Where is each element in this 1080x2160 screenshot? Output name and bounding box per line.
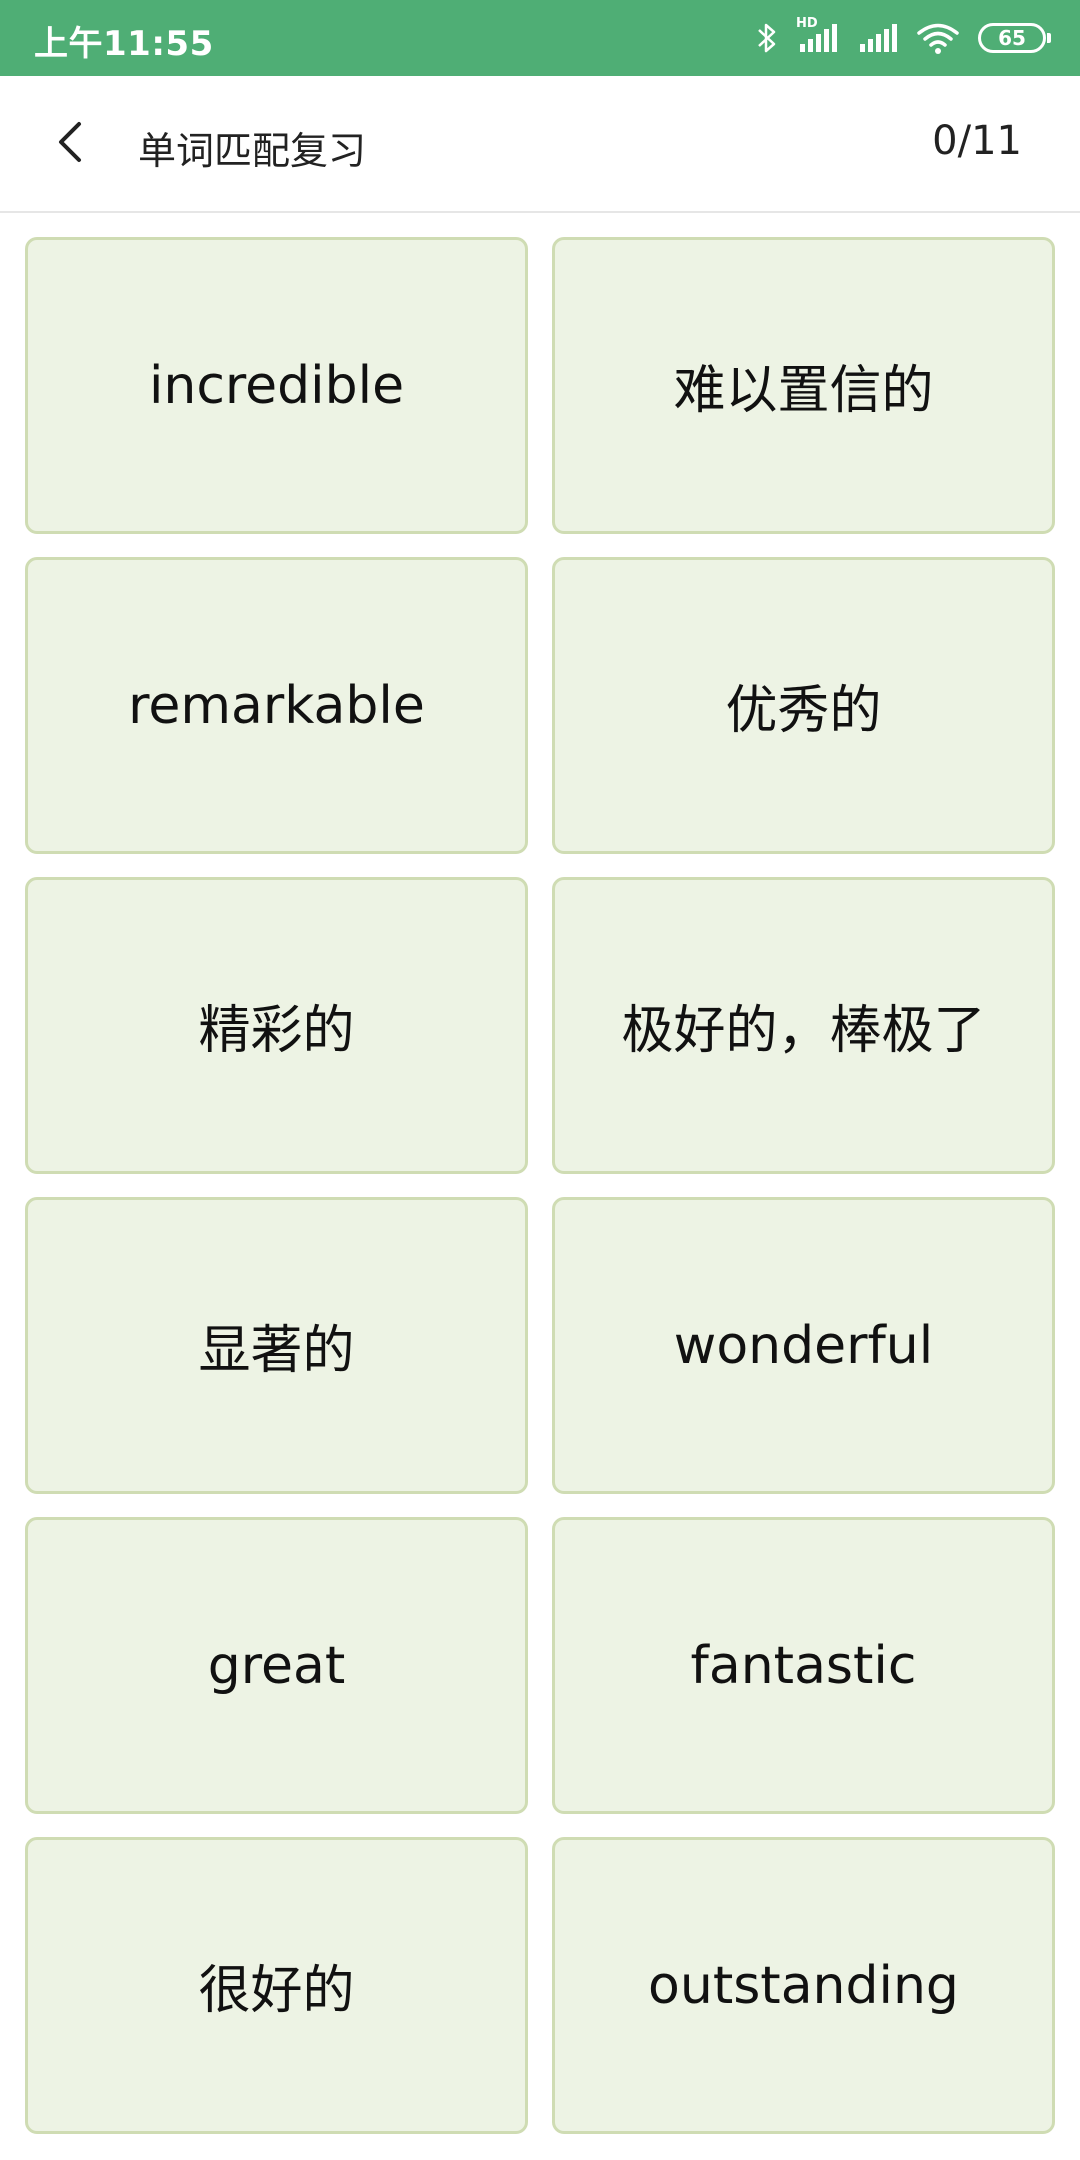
word-card[interactable]: remarkable: [25, 557, 528, 854]
app-bar: 单词匹配复习 0/11: [0, 76, 1080, 213]
word-card[interactable]: 难以置信的: [552, 237, 1055, 534]
page-title: 单词匹配复习: [138, 129, 367, 173]
status-bar: 上午11:55 HD 65: [0, 0, 1080, 76]
status-time: 上午11:55: [34, 24, 214, 64]
battery-icon: 65: [978, 23, 1051, 53]
word-card[interactable]: 很好的: [25, 1837, 528, 2134]
network-type-label: HD: [796, 16, 818, 31]
word-card[interactable]: fantastic: [552, 1517, 1055, 1814]
word-card[interactable]: 显著的: [25, 1197, 528, 1494]
word-card[interactable]: 精彩的: [25, 877, 528, 1174]
word-card[interactable]: 优秀的: [552, 557, 1055, 854]
signal-hd-icon: HD: [796, 16, 838, 56]
status-icons: HD 65: [756, 16, 1051, 58]
progress-counter: 0/11: [932, 118, 1022, 164]
chevron-left-icon: [55, 120, 85, 168]
signal-icon: [856, 20, 898, 56]
word-card[interactable]: incredible: [25, 237, 528, 534]
back-button[interactable]: [38, 112, 102, 176]
wifi-icon: [916, 20, 960, 56]
bluetooth-icon: [756, 20, 778, 56]
word-card[interactable]: 极好的，棒极了: [552, 877, 1055, 1174]
word-card[interactable]: great: [25, 1517, 528, 1814]
word-card[interactable]: outstanding: [552, 1837, 1055, 2134]
word-match-grid: incredible 难以置信的 remarkable 优秀的 精彩的 极好的，…: [25, 237, 1055, 2134]
word-card[interactable]: wonderful: [552, 1197, 1055, 1494]
